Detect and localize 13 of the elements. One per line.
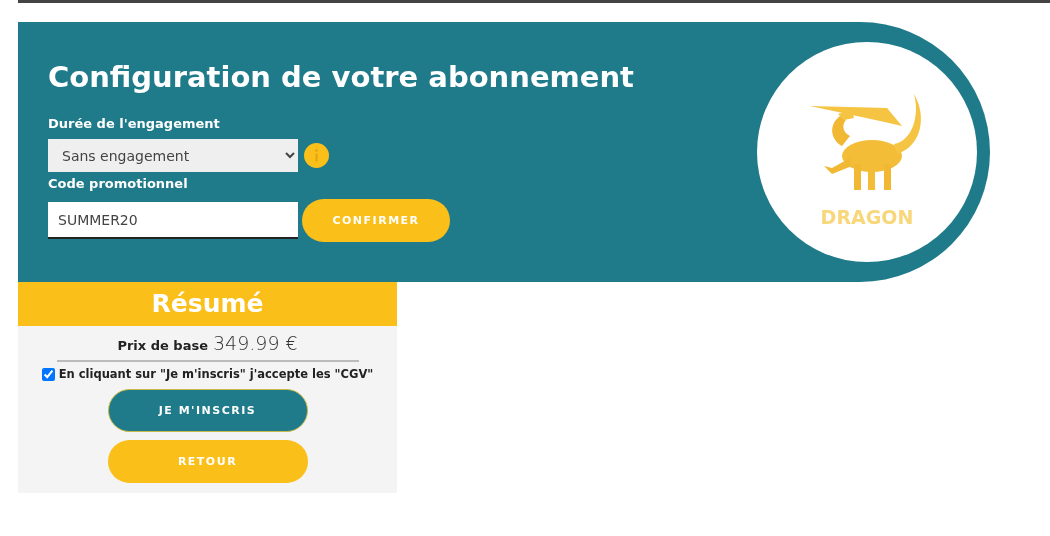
page-title: Configuration de votre abonnement: [48, 60, 634, 94]
terms-checkbox[interactable]: [41, 367, 55, 381]
register-button[interactable]: JE M'INSCRIS: [107, 389, 308, 432]
price-label: Prix de base: [117, 338, 208, 353]
terms-text: En cliquant sur "Je m'inscris" j'accepte les "CGV": [58, 367, 374, 381]
logo-name: DRAGON: [820, 206, 914, 228]
summary-title: Résumé: [18, 282, 397, 326]
price-value: 349.99 €: [213, 332, 298, 354]
field-label: Code promotionnel: [48, 176, 189, 191]
duration-dropdown[interactable]: Sans engagement: [48, 139, 298, 172]
promo-code-field[interactable]: SUMMER20: [48, 202, 298, 239]
info-icon[interactable]: [304, 143, 329, 168]
field-label: Durée de l'engagement: [48, 116, 221, 131]
